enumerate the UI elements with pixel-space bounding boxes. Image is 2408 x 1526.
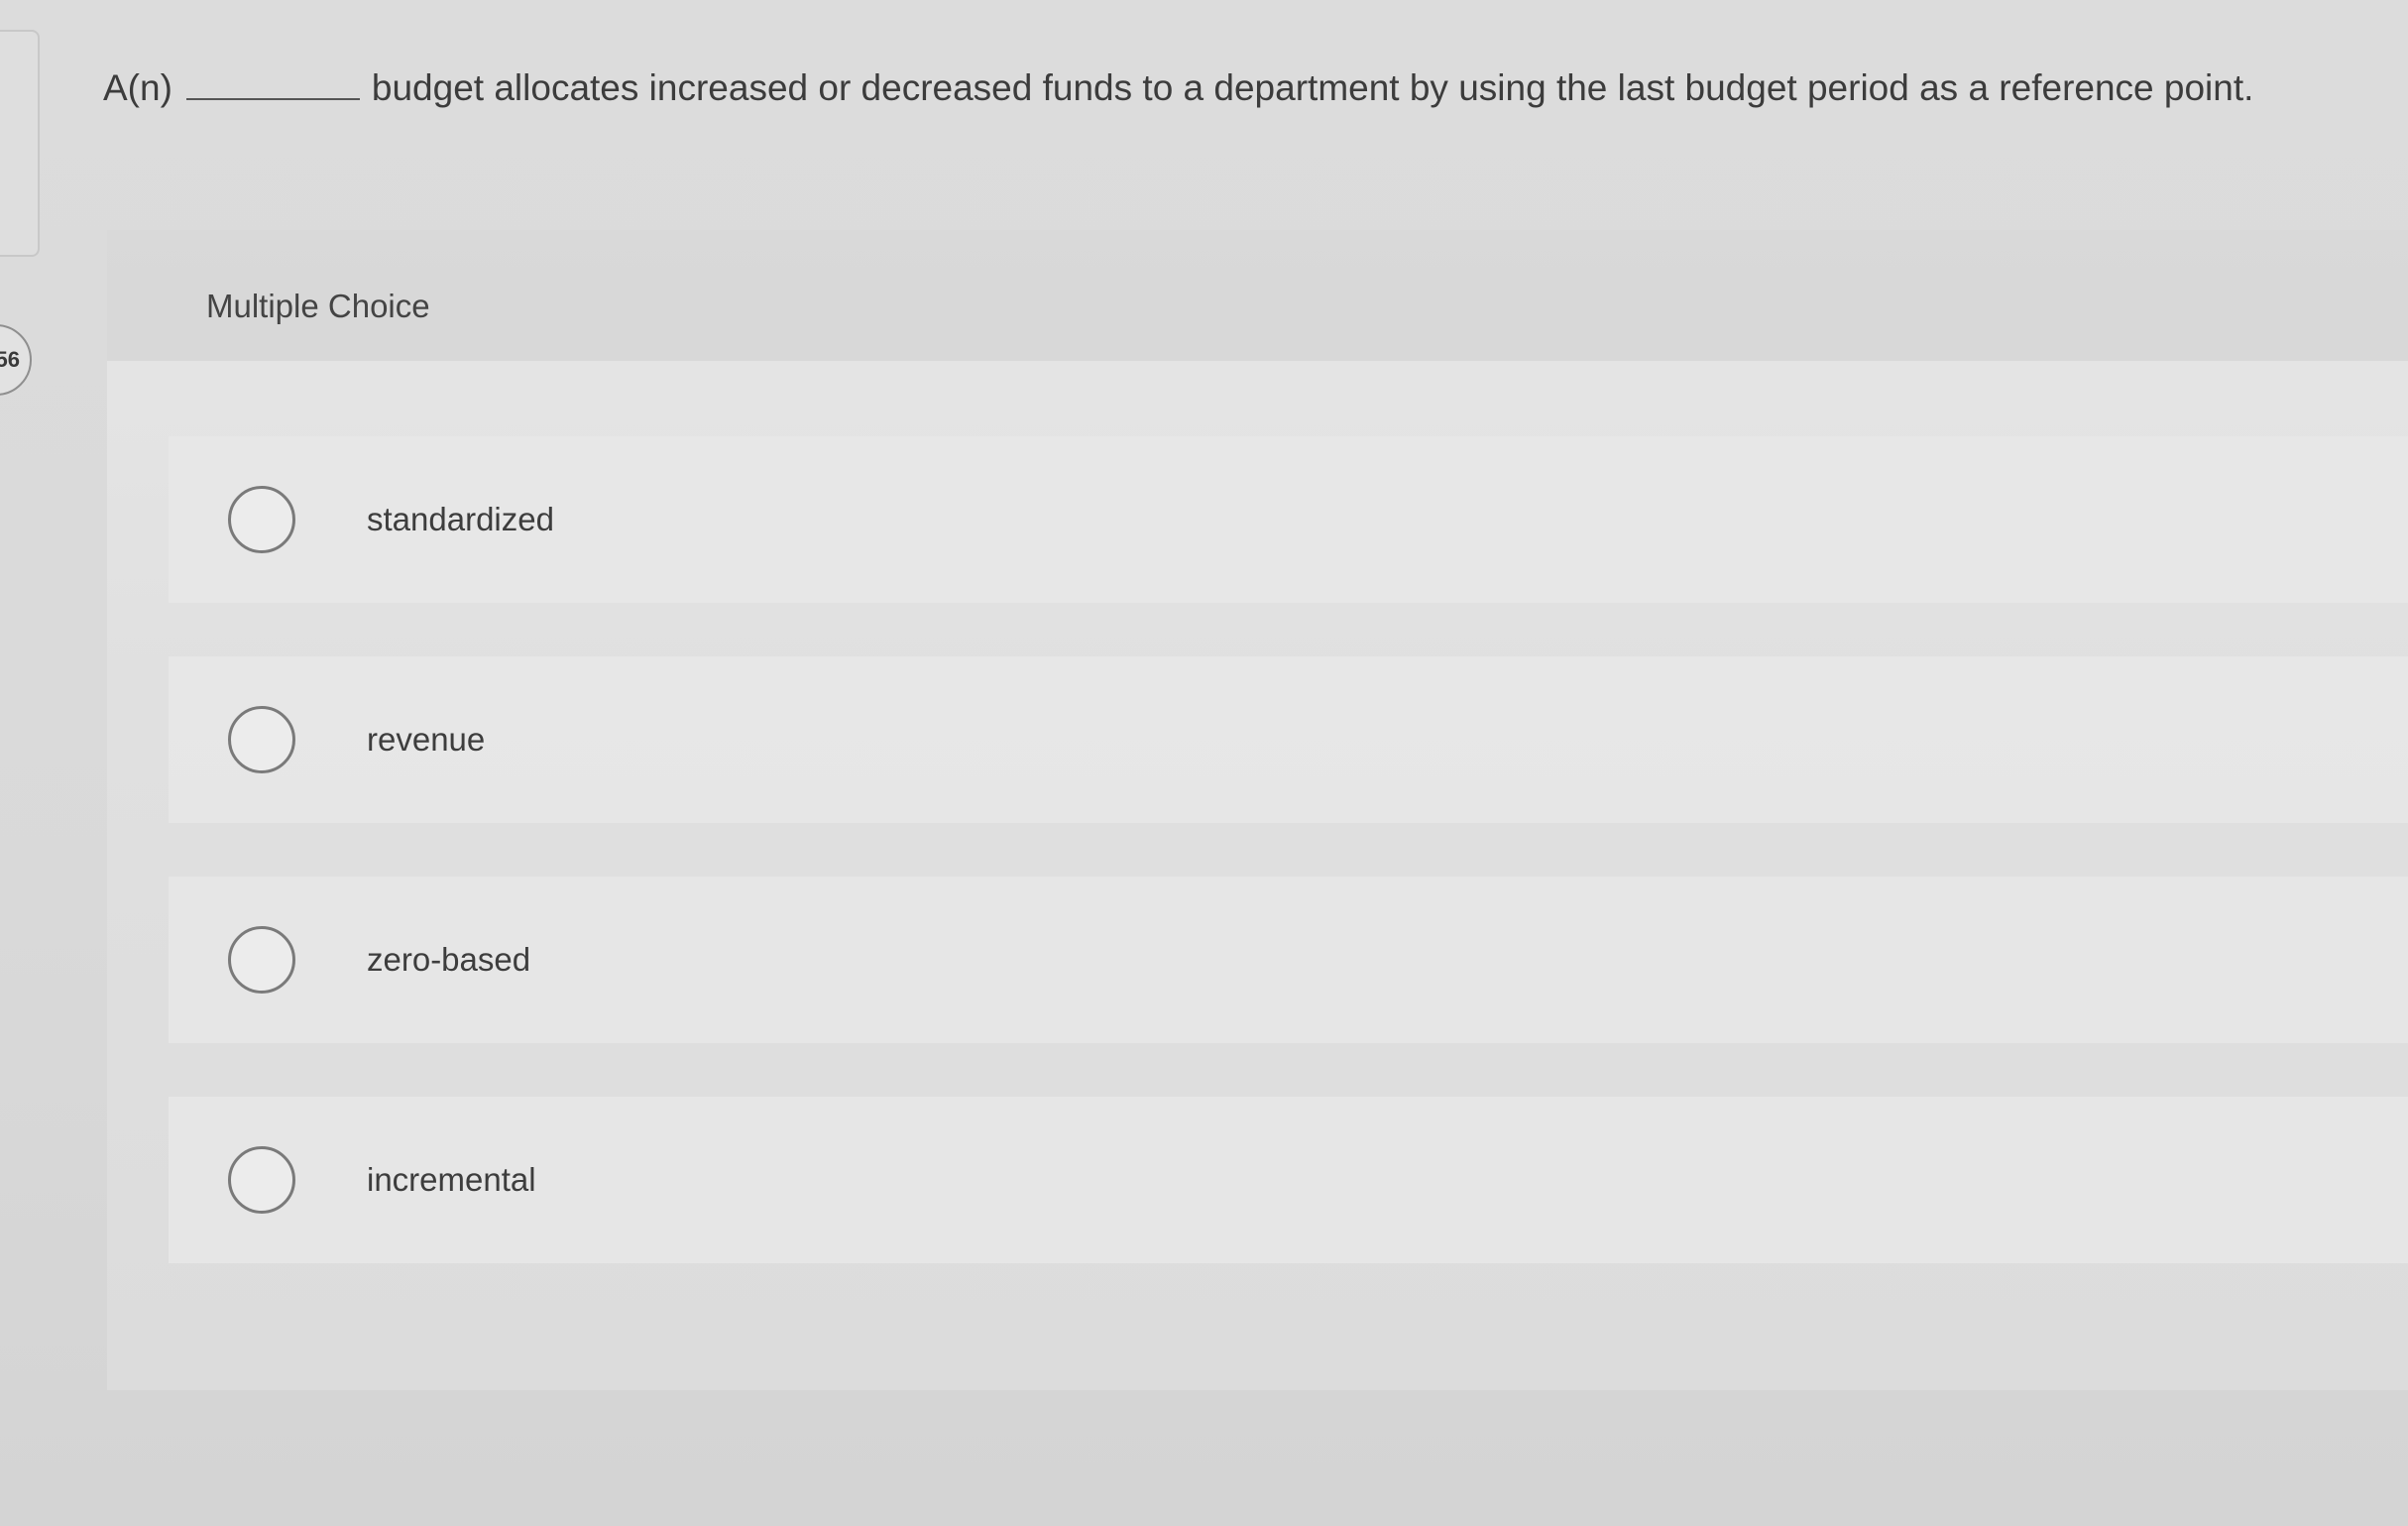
option-incremental[interactable]: incremental (169, 1097, 2408, 1263)
option-revenue[interactable]: revenue (169, 656, 2408, 823)
side-panel-edge (0, 30, 40, 257)
option-label: zero-based (367, 941, 531, 978)
radio-button[interactable] (228, 706, 295, 773)
option-zero-based[interactable]: zero-based (169, 877, 2408, 1043)
multiple-choice-title: Multiple Choice (206, 288, 430, 324)
option-label: revenue (367, 721, 486, 758)
answer-blank (185, 97, 360, 100)
question-number-badge: 56 (0, 324, 32, 396)
question-prefix: A(n) (103, 67, 172, 108)
radio-button[interactable] (228, 1146, 295, 1214)
multiple-choice-header: Multiple Choice (107, 230, 2408, 361)
option-label: standardized (367, 501, 554, 537)
multiple-choice-panel: Multiple Choice standardized revenue zer… (107, 230, 2408, 1390)
question-number: 56 (0, 347, 20, 372)
option-standardized[interactable]: standardized (169, 436, 2408, 603)
radio-button[interactable] (228, 926, 295, 994)
question-prompt: A(n) budget allocates increased or decre… (103, 67, 2253, 109)
question-text: budget allocates increased or decreased … (371, 67, 2254, 108)
radio-button[interactable] (228, 486, 295, 553)
option-label: incremental (367, 1161, 536, 1198)
